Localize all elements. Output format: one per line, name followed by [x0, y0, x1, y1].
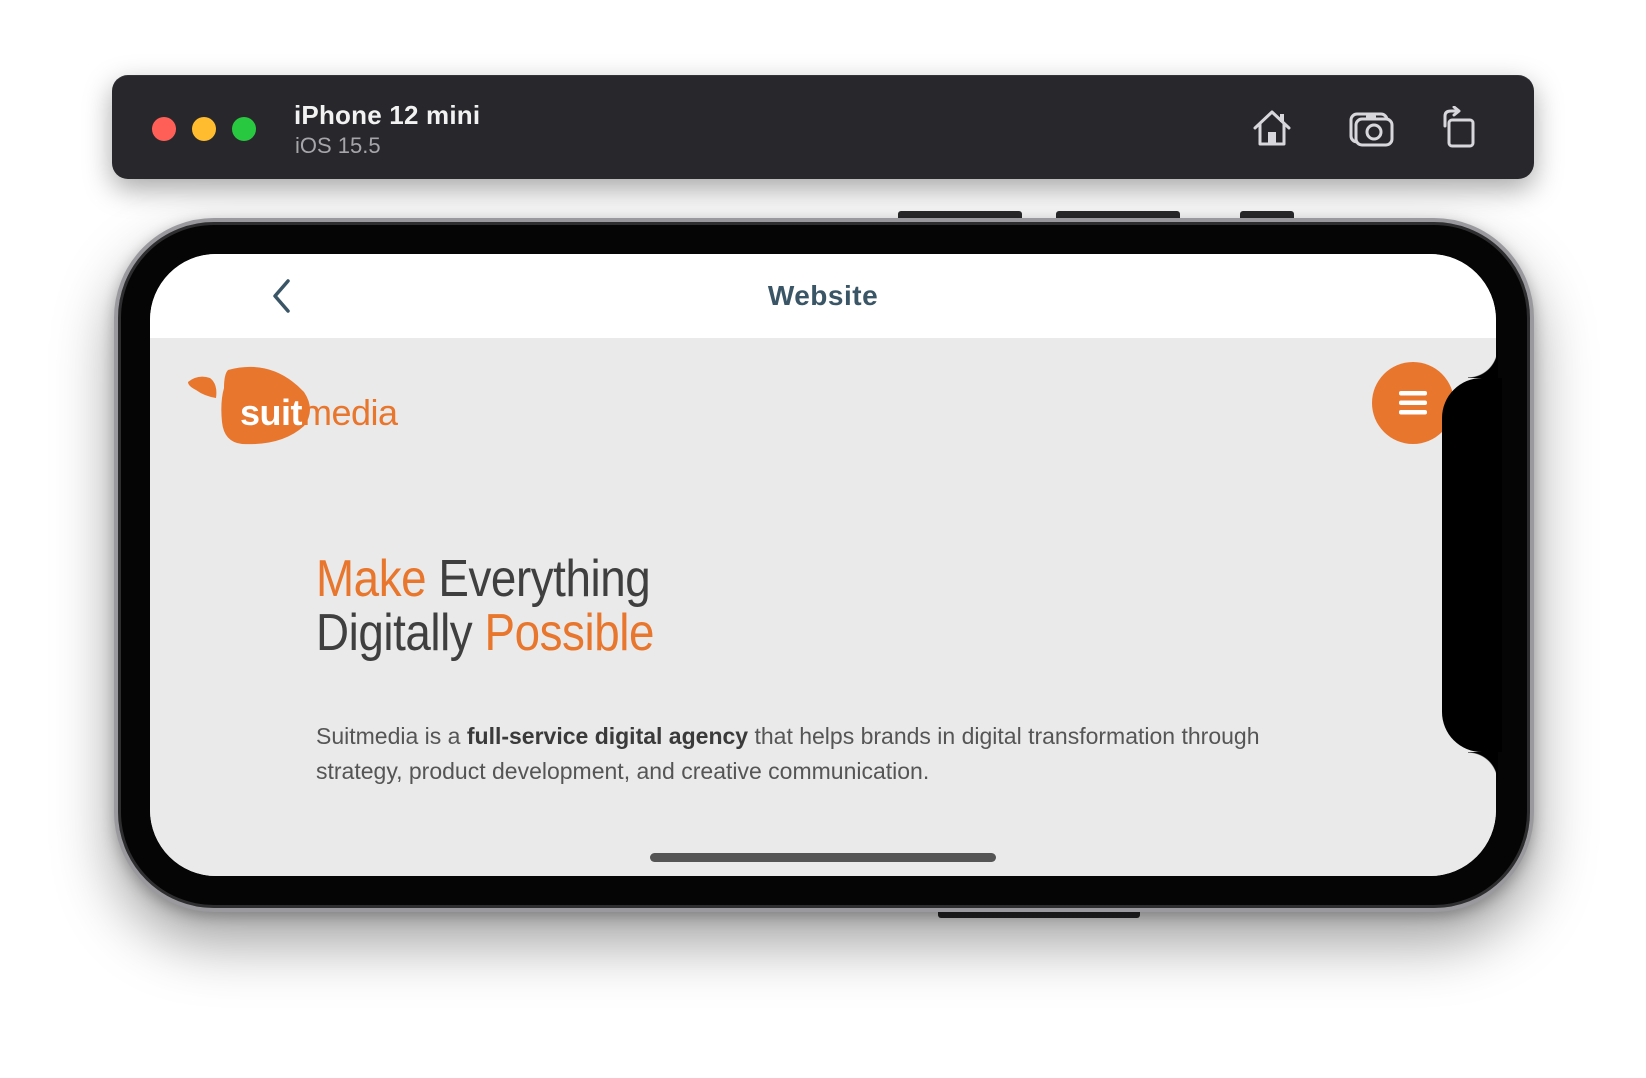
simulator-title-bar: iPhone 12 mini iOS 15.5: [112, 75, 1534, 179]
close-window-button[interactable]: [152, 117, 176, 141]
simulator-window: iPhone 12 mini iOS 15.5 Website suitmedi…: [0, 0, 1646, 1078]
web-content: suitmedia Make Everything Digitally Poss…: [150, 338, 1496, 876]
device-os-version: iOS 15.5: [295, 133, 381, 158]
page-title: Website: [767, 280, 879, 311]
logo-text-suit: suit: [240, 392, 303, 433]
headline-accent-possible: Possible: [484, 604, 655, 662]
sensor-notch: [1442, 348, 1502, 782]
headline-accent-make: Make: [316, 550, 427, 608]
home-indicator[interactable]: [650, 853, 996, 862]
device-name: iPhone 12 mini: [294, 100, 481, 130]
headline-line-1: Make Everything: [316, 552, 654, 606]
rotate-button[interactable]: [1434, 103, 1484, 153]
headline-text-digitally: Digitally: [316, 604, 485, 662]
home-icon: [1253, 110, 1291, 146]
logo-wordmark: suitmedia: [240, 392, 398, 434]
home-button[interactable]: [1247, 103, 1297, 153]
device-screen: Website suitmedia Make Everything Digita…: [150, 254, 1496, 876]
hero-headline: Make Everything Digitally Possible: [316, 552, 654, 660]
suitmedia-logo[interactable]: suitmedia: [186, 362, 406, 452]
headline-line-2: Digitally Possible: [316, 606, 654, 660]
hamburger-icon: [1399, 391, 1427, 415]
camera-icon: [1349, 112, 1394, 147]
screenshot-button[interactable]: [1346, 103, 1396, 153]
minimize-window-button[interactable]: [192, 117, 216, 141]
description-text-start: Suitmedia is a: [316, 723, 467, 749]
rotate-icon: [1443, 106, 1475, 148]
hero-description: Suitmedia is a full-service digital agen…: [316, 719, 1296, 789]
headline-text-everything: Everything: [426, 550, 651, 608]
app-nav-bar: Website: [150, 254, 1496, 338]
logo-text-media: media: [302, 392, 398, 433]
description-bold-text: full-service digital agency: [466, 723, 749, 749]
zoom-window-button[interactable]: [232, 117, 256, 141]
